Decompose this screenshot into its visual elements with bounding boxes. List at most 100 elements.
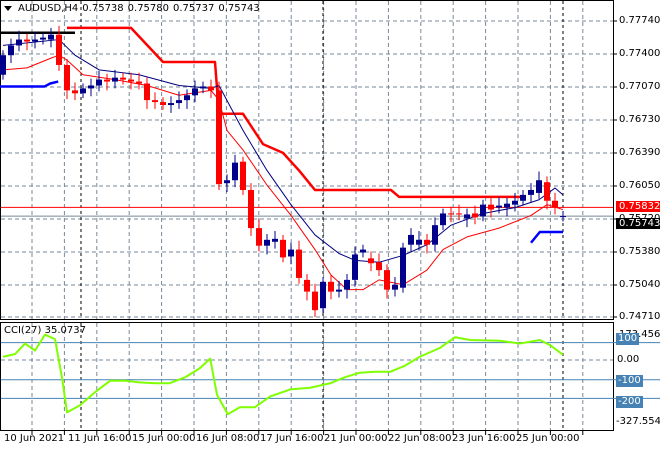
bull-candle (520, 194, 526, 201)
bear-candle (160, 102, 166, 106)
bear-candle (128, 79, 134, 82)
price-chart[interactable] (0, 0, 660, 450)
bull-candle (200, 86, 206, 89)
support-line-right (530, 230, 563, 244)
bull-candle (48, 34, 54, 40)
price-axis-label: 0.77070 (619, 81, 660, 92)
time-axis-label: 16 Jun 08:00 (196, 433, 260, 444)
bull-candle (416, 239, 422, 245)
bear-candle (256, 228, 262, 246)
bear-candle (376, 262, 382, 271)
bull-candle (288, 249, 294, 257)
time-axis-label: 15 Jun 00:00 (132, 433, 196, 444)
bull-candle (352, 254, 358, 280)
bull-candle (392, 284, 398, 290)
bid-price-tag: 0.75743 (616, 218, 660, 230)
time-axis-label: 17 Jun 16:00 (260, 433, 324, 444)
bull-candle (80, 88, 86, 94)
dropdown-triangle-icon[interactable] (4, 6, 12, 11)
bull-candle (496, 205, 502, 208)
bear-candle (312, 291, 318, 311)
main-panel-frame (0, 0, 614, 320)
bull-candle (176, 100, 182, 104)
bull-candle (168, 103, 174, 106)
bull-candle (360, 249, 366, 253)
bull-candle (536, 180, 542, 193)
bull-candle (432, 225, 438, 245)
bull-candle (232, 162, 238, 181)
bear-candle (328, 281, 334, 292)
bull-candle (480, 204, 486, 217)
bull-candle (96, 79, 102, 86)
bull-candle (184, 95, 190, 101)
bear-candle (552, 200, 558, 208)
bull-candle (8, 45, 14, 56)
slow-moving-average (2, 39, 564, 263)
bear-candle (240, 161, 246, 191)
bear-candle (296, 249, 302, 278)
bear-candle (248, 190, 254, 229)
ask-price-tag: 0.75832 (616, 201, 660, 213)
cci-level-minus200: -200 (616, 396, 643, 408)
bear-candle (424, 239, 430, 245)
price-axis-label: 0.75040 (619, 279, 660, 290)
price-axis-label: 0.77740 (619, 15, 660, 26)
bull-candle (16, 39, 22, 46)
time-axis-label: 22 Jun 08:00 (388, 433, 452, 444)
time-axis-label: 10 Jun 2021 (4, 433, 65, 444)
price-axis-label: 0.76050 (619, 180, 660, 191)
bear-candle (104, 79, 110, 82)
bear-candle (24, 39, 30, 42)
bear-candle (136, 81, 142, 84)
bull-candle (528, 190, 534, 195)
bear-candle (544, 182, 550, 201)
bear-candle (384, 270, 390, 290)
bear-candle (120, 77, 126, 80)
symbol-timeframe: AUDUSD,H4 (18, 3, 79, 14)
bear-candle (208, 86, 214, 91)
bear-candle (72, 90, 78, 94)
bull-candle (512, 200, 518, 205)
price-axis-label: 0.74710 (619, 311, 660, 322)
bear-candle (144, 83, 150, 101)
bull-candle (224, 180, 230, 184)
cci-title: CCI(27) 35.0737 (4, 325, 86, 336)
bull-candle (504, 203, 510, 208)
support-line-left (0, 80, 59, 88)
bear-candle (280, 239, 286, 258)
price-axis-label: 0.77400 (619, 48, 660, 59)
bull-candle (560, 216, 566, 218)
bull-candle (440, 213, 446, 226)
price-axis-label: 0.75380 (619, 246, 660, 257)
bear-candle (448, 213, 454, 215)
ohlc-low: 0.75737 (173, 3, 215, 14)
bull-candle (264, 239, 270, 246)
bull-candle (88, 85, 94, 89)
bull-candle (32, 39, 38, 42)
bear-candle (488, 204, 494, 210)
bull-candle (40, 37, 46, 40)
ohlc-open: 0.75738 (82, 3, 124, 14)
bear-candle (304, 279, 310, 292)
bull-candle (408, 234, 414, 245)
bull-candle (0, 55, 6, 75)
bear-candle (64, 64, 70, 91)
bull-candle (272, 238, 278, 242)
ohlc-high: 0.75780 (127, 3, 170, 14)
bull-candle (344, 279, 350, 290)
bear-candle (152, 100, 158, 103)
cci-level-0: 0.00 (617, 354, 640, 365)
bear-candle (368, 258, 374, 264)
price-axis-label: 0.76730 (619, 114, 660, 125)
cci-level-100: 100 (616, 333, 640, 345)
time-axis-label: 21 Jun 00:00 (324, 433, 388, 444)
chart-header: AUDUSD,H4 0.75738 0.75780 0.75737 0.7574… (4, 3, 260, 14)
bull-candle (400, 247, 406, 288)
cci-level-minus100: -100 (616, 375, 643, 387)
bear-candle (472, 213, 478, 218)
cci-panel-frame (0, 322, 614, 431)
bear-candle (56, 34, 62, 65)
bull-candle (192, 88, 198, 96)
price-axis-label: 0.76390 (619, 147, 660, 158)
time-axis-label: 11 Jun 16:00 (68, 433, 132, 444)
